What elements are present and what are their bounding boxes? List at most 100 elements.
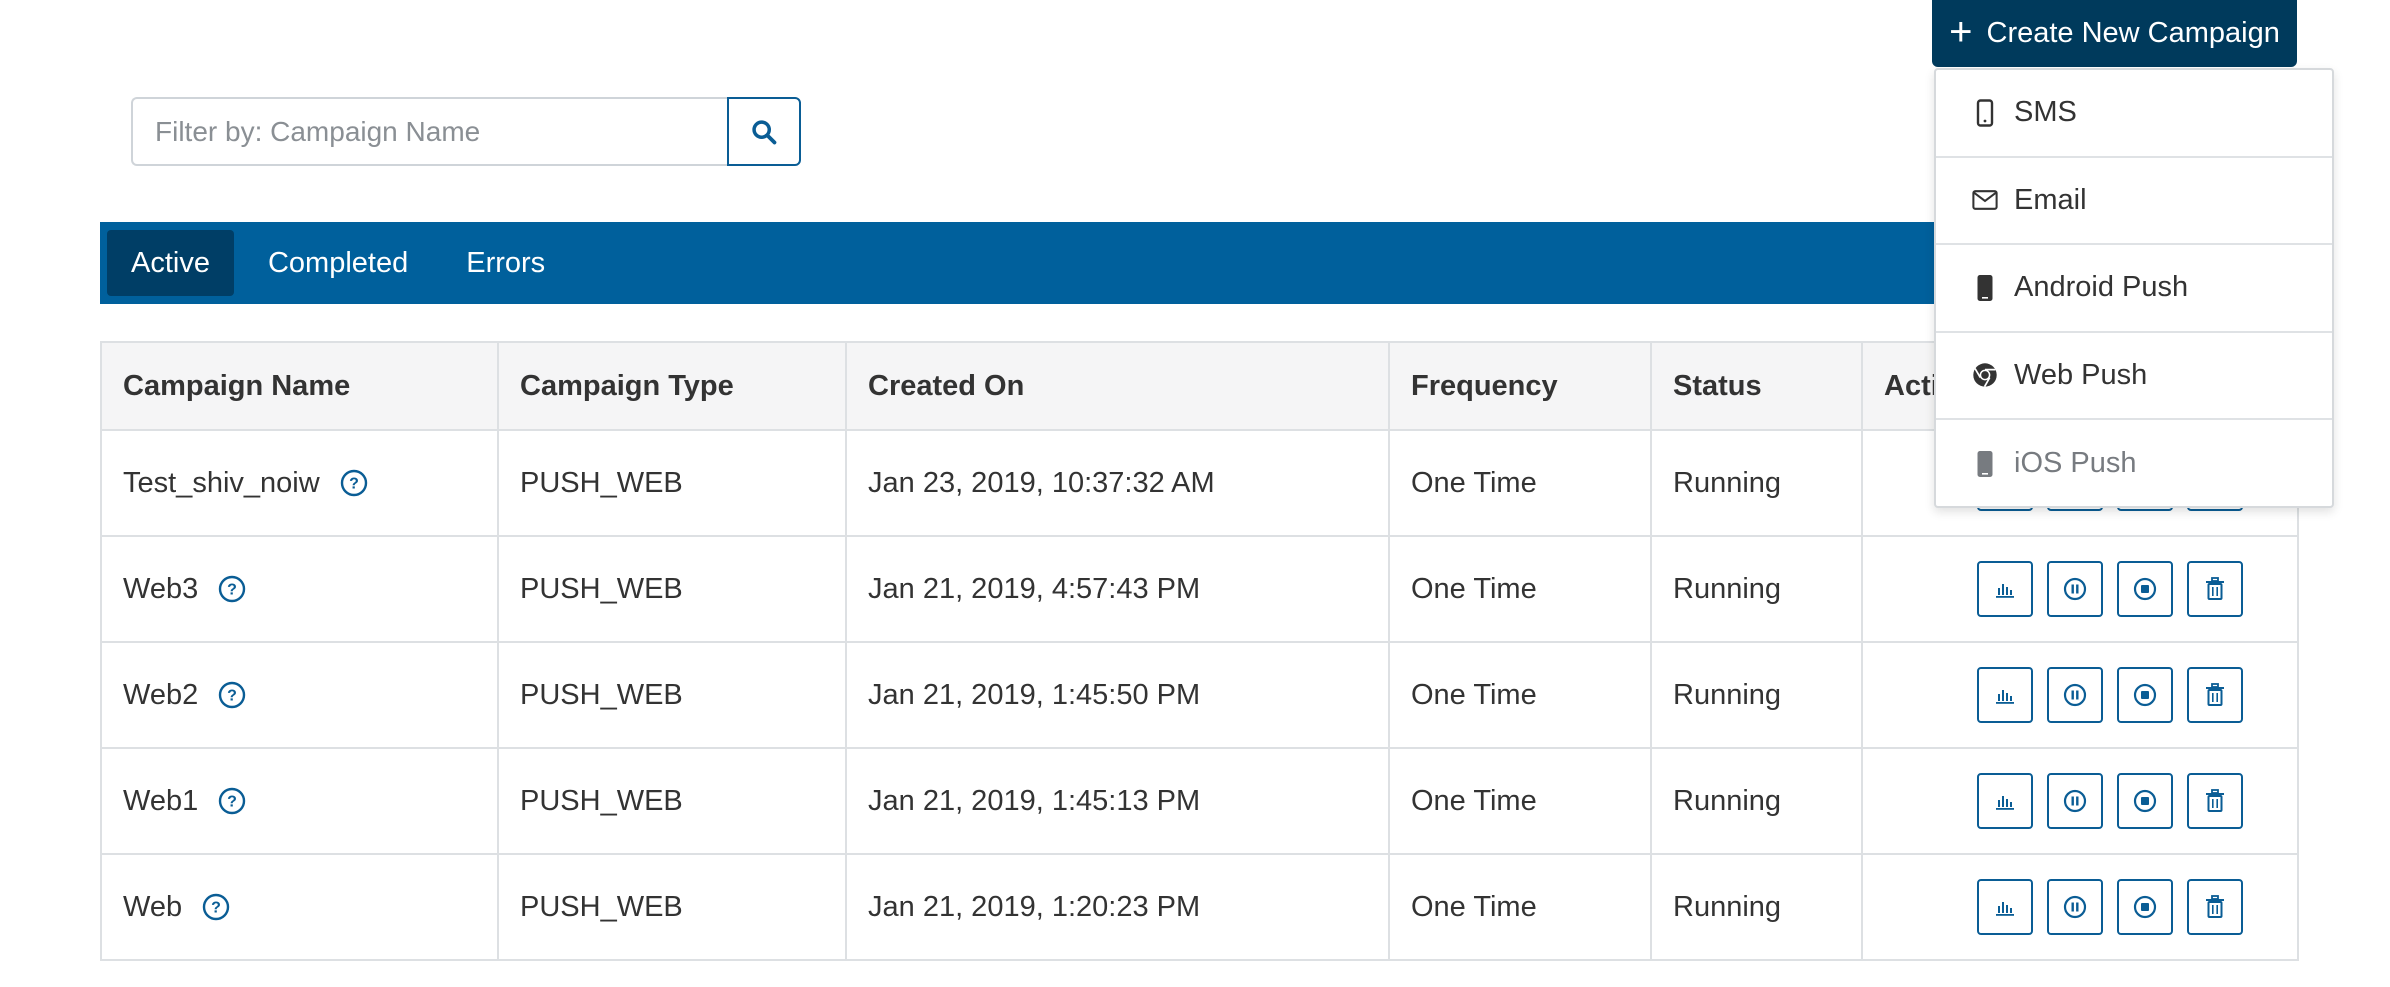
pause-icon [2063,683,2087,707]
tab-completed[interactable]: Completed [244,230,432,296]
status: Running [1650,853,1863,961]
campaign-name[interactable]: Web1 [123,785,198,818]
svg-text:?: ? [211,900,221,917]
actions-cell [1861,641,2299,749]
dropdown-item-label: iOS Push [2014,447,2137,480]
svg-text:?: ? [227,582,237,599]
table-row: Web ? PUSH_WEB Jan 21, 2019, 1:20:23 PM … [100,853,2299,961]
column-header-status[interactable]: Status [1650,341,1863,431]
stats-button[interactable] [1977,773,2033,829]
campaign-type: PUSH_WEB [497,535,847,643]
campaign-name[interactable]: Web3 [123,573,198,606]
pause-button[interactable] [2047,879,2103,935]
actions-cell [1861,853,2299,961]
created-on: Jan 21, 2019, 1:20:23 PM [845,853,1390,961]
pause-icon [2063,895,2087,919]
plus-icon: + [1949,9,1973,54]
stop-button[interactable] [2117,561,2173,617]
delete-button[interactable] [2187,667,2243,723]
campaign-filter [131,97,801,166]
column-header-campaign-name[interactable]: Campaign Name [100,341,499,431]
campaign-name-cell: Web1 ? [100,747,499,855]
status: Running [1650,429,1863,537]
created-on: Jan 21, 2019, 1:45:50 PM [845,641,1390,749]
create-new-campaign-label: Create New Campaign [1986,17,2280,49]
campaign-name[interactable]: Web [123,891,182,924]
column-header-campaign-type[interactable]: Campaign Type [497,341,847,431]
campaign-name[interactable]: Test_shiv_noiw [123,467,320,500]
campaign-name-cell: Web2 ? [100,641,499,749]
table-row: Web3 ? PUSH_WEB Jan 21, 2019, 4:57:43 PM… [100,535,2299,643]
chart-icon [1994,791,2016,811]
svg-text:?: ? [349,476,359,493]
dropdown-item-label: Android Push [2014,271,2189,304]
help-icon[interactable]: ? [218,787,246,815]
delete-button[interactable] [2187,879,2243,935]
dropdown-item-sms[interactable]: SMS [1936,70,2332,158]
frequency: One Time [1388,853,1652,961]
stop-button[interactable] [2117,773,2173,829]
pause-button[interactable] [2047,667,2103,723]
dropdown-item-web-push[interactable]: Web Push [1936,333,2332,420]
frequency: One Time [1388,641,1652,749]
campaign-name[interactable]: Web2 [123,679,198,712]
trash-icon [2204,577,2226,601]
delete-button[interactable] [2187,773,2243,829]
dropdown-item-label: Web Push [2014,358,2148,391]
status: Running [1650,747,1863,855]
pause-button[interactable] [2047,561,2103,617]
tab-errors[interactable]: Errors [442,230,569,296]
stats-button[interactable] [1977,879,2033,935]
stop-icon [2133,683,2157,707]
dropdown-item-ios-push[interactable]: iOS Push [1936,420,2332,508]
dropdown-item-android-push[interactable]: Android Push [1936,245,2332,333]
column-header-created-on[interactable]: Created On [845,341,1390,431]
help-icon[interactable]: ? [202,893,230,921]
trash-icon [2204,683,2226,707]
campaign-type: PUSH_WEB [497,641,847,749]
chart-icon [1994,579,2016,599]
mobile-icon [1972,98,1998,128]
table-row: Web2 ? PUSH_WEB Jan 21, 2019, 1:45:50 PM… [100,641,2299,749]
frequency: One Time [1388,747,1652,855]
status: Running [1650,641,1863,749]
ios-phone-icon [1972,449,1998,479]
help-icon[interactable]: ? [218,681,246,709]
campaign-name-cell: Web3 ? [100,535,499,643]
dropdown-item-email[interactable]: Email [1936,158,2332,245]
svg-text:?: ? [227,688,237,705]
stop-icon [2133,577,2157,601]
pause-button[interactable] [2047,773,2103,829]
stats-button[interactable] [1977,667,2033,723]
status: Running [1650,535,1863,643]
frequency: One Time [1388,429,1652,537]
stop-icon [2133,895,2157,919]
frequency: One Time [1388,535,1652,643]
chart-icon [1994,685,2016,705]
filter-input[interactable] [131,97,727,166]
campaign-type: PUSH_WEB [497,853,847,961]
table-row: Web1 ? PUSH_WEB Jan 21, 2019, 1:45:13 PM… [100,747,2299,855]
search-icon [752,119,777,144]
tab-active[interactable]: Active [107,230,234,296]
actions-cell [1861,747,2299,855]
column-header-frequency[interactable]: Frequency [1388,341,1652,431]
delete-button[interactable] [2187,561,2243,617]
pause-icon [2063,789,2087,813]
stop-icon [2133,789,2157,813]
pause-icon [2063,577,2087,601]
help-icon[interactable]: ? [340,469,368,497]
stop-button[interactable] [2117,667,2173,723]
create-new-campaign-button[interactable]: + Create New Campaign [1932,0,2297,67]
trash-icon [2204,789,2226,813]
stop-button[interactable] [2117,879,2173,935]
envelope-icon [1972,185,1998,215]
campaign-name-cell: Web ? [100,853,499,961]
campaign-type: PUSH_WEB [497,429,847,537]
dropdown-item-label: SMS [2014,96,2077,129]
campaign-type-dropdown: SMS Email Android Push Web Push iOS Push [1934,68,2334,508]
help-icon[interactable]: ? [218,575,246,603]
search-button[interactable] [727,97,801,166]
stats-button[interactable] [1977,561,2033,617]
campaign-type: PUSH_WEB [497,747,847,855]
